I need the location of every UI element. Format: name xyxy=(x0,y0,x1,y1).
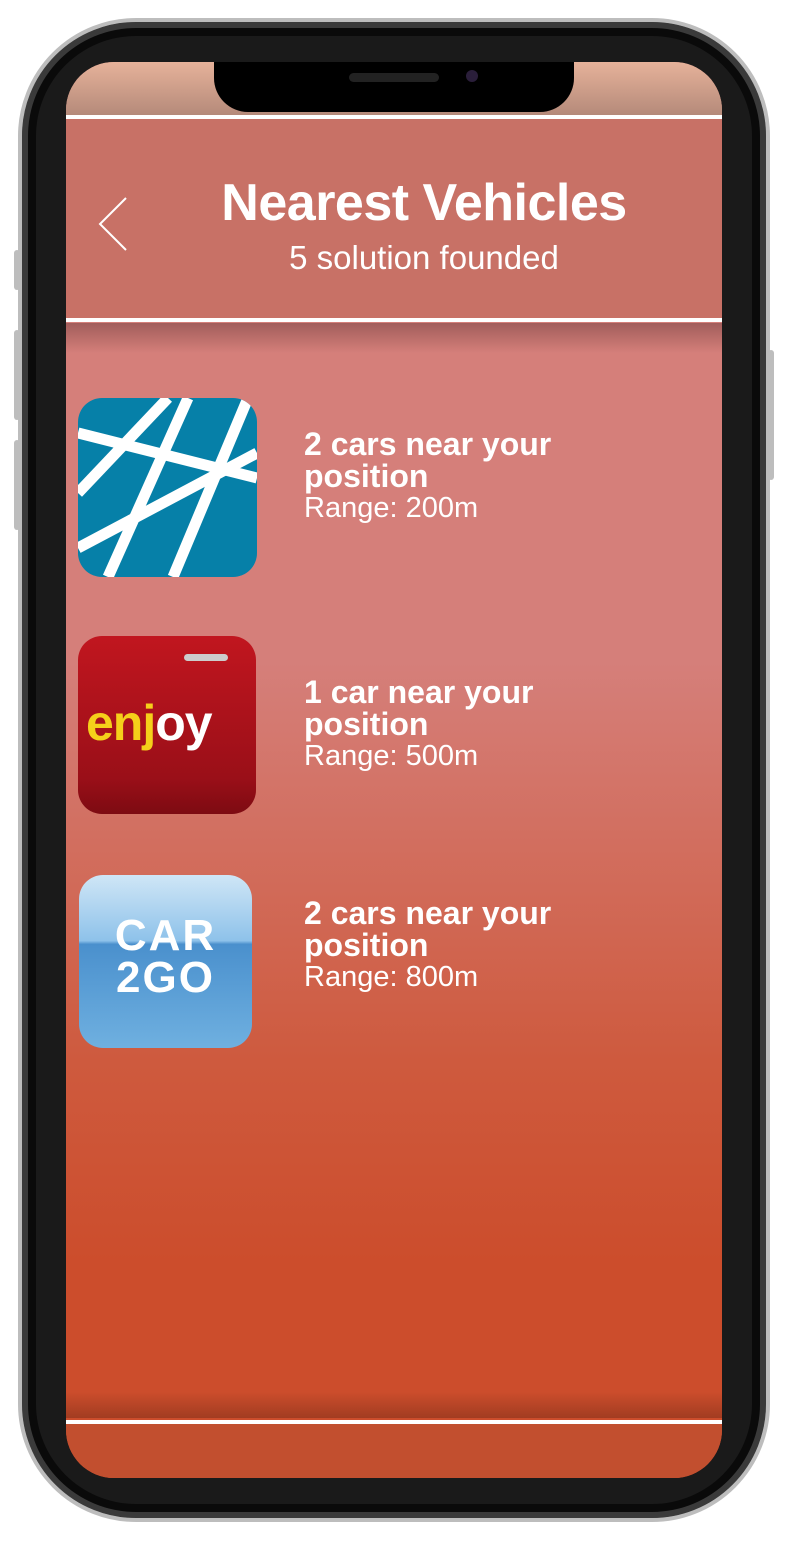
item-headline: 2 cars near your position xyxy=(304,895,552,963)
mute-switch xyxy=(14,250,20,290)
camera xyxy=(466,70,478,82)
footer-shadow xyxy=(66,1392,722,1418)
header-shadow xyxy=(66,323,722,353)
divider xyxy=(66,318,722,322)
header: Nearest Vehicles 5 solution founded xyxy=(66,119,722,319)
enjoy-wordmark: enjoy xyxy=(86,695,213,751)
item-range: Range: 800m xyxy=(304,961,479,993)
sharengo-logo xyxy=(78,398,257,577)
list-item[interactable]: 2 cars near your position Range: 200m xyxy=(66,398,722,578)
screen: Nearest Vehicles 5 solution founded 2 ca… xyxy=(66,62,722,1478)
item-headline: 2 cars near your position xyxy=(304,426,552,494)
item-range: Range: 500m xyxy=(304,740,479,772)
volume-down-button xyxy=(14,440,20,530)
list-item[interactable]: enjoy 1 car near your position Range: 50… xyxy=(66,636,722,816)
item-range: Range: 200m xyxy=(304,492,479,524)
page-subtitle: 5 solution founded xyxy=(289,239,559,276)
car2go-logo: CAR 2GO xyxy=(79,875,252,1048)
notch xyxy=(214,62,574,112)
car2go-wordmark: CAR 2GO xyxy=(114,911,217,1002)
power-button xyxy=(768,350,774,480)
footer-bar xyxy=(66,1424,722,1478)
volume-up-button xyxy=(14,330,20,420)
item-headline: 1 car near your position xyxy=(304,674,534,742)
enjoy-logo: enjoy xyxy=(78,636,256,814)
page-title: Nearest Vehicles xyxy=(221,174,627,232)
list-item[interactable]: CAR 2GO 2 cars near your position Range: … xyxy=(66,875,722,1055)
speaker xyxy=(349,73,439,82)
door-handle xyxy=(184,654,228,661)
